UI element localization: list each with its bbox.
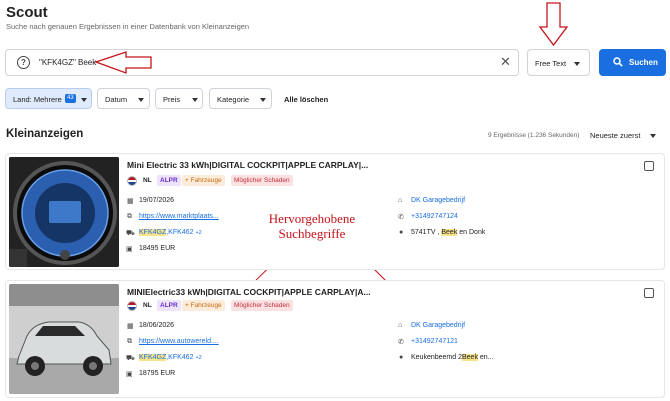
filter-preis[interactable]: Preis	[155, 88, 203, 109]
listing-url[interactable]: https://www.autowereld....	[139, 338, 219, 345]
chevron-down-icon	[192, 98, 198, 102]
dealer-address: 5741TV , Beek en Donk	[411, 229, 485, 236]
listing-plates: KFK4GZ,KFK462 +2	[139, 354, 202, 361]
filter-kategorie-label: Kategorie	[217, 95, 250, 104]
country-code: NL	[143, 177, 152, 184]
tag-vehicles: + Fahrzeuge	[182, 300, 225, 311]
phone-icon: ✆	[398, 339, 404, 346]
arrow-down-icon	[538, 2, 569, 47]
arrow-left-icon	[94, 51, 152, 74]
tag-vehicles: + Fahrzeuge	[182, 175, 225, 186]
address-part: en Donk	[457, 229, 486, 236]
calendar-icon: ▦	[127, 198, 134, 205]
dealer-phone[interactable]: +31492747124	[411, 213, 458, 220]
dealer-phone[interactable]: +31492747121	[411, 338, 458, 345]
chevron-down-icon	[260, 98, 266, 102]
filter-datum[interactable]: Datum	[97, 88, 150, 109]
country-code: NL	[143, 302, 152, 309]
filter-land-count: 43	[65, 94, 76, 103]
store-icon: ⌂	[398, 322, 403, 329]
link-icon: ⧉	[127, 338, 132, 345]
plate-highlight: KFK4GZ	[139, 354, 167, 361]
sort-select[interactable]: Neueste zuerst	[590, 131, 656, 140]
section-title: Kleinanzeigen	[6, 128, 84, 140]
dealer-address: Keukenbeemd 2Beek en...	[411, 354, 494, 361]
listing-title[interactable]: MINIElectric33 kWh|DIGITAL COCKPIT|APPLE…	[127, 287, 371, 297]
plate-rest: ,KFK462	[166, 229, 194, 236]
car-icon: ⛟	[126, 355, 135, 362]
filter-land[interactable]: Land: Mehrere 43	[5, 88, 92, 109]
listing-plates: KFK4GZ,KFK462 +2	[139, 229, 202, 236]
address-highlight: Beek	[461, 354, 478, 361]
filter-land-label: Land: Mehrere	[13, 95, 62, 104]
store-icon: ⌂	[398, 197, 403, 204]
address-highlight: Beek	[441, 229, 458, 236]
clear-all-button[interactable]: Alle löschen	[284, 95, 328, 104]
plate-more[interactable]: +2	[195, 355, 201, 361]
annotation-line: Hervorgehobene	[262, 211, 362, 226]
address-part: en...	[477, 354, 494, 361]
link-icon: ⧉	[127, 213, 132, 220]
listing-image[interactable]	[9, 284, 119, 394]
plate-rest: ,KFK462	[166, 354, 194, 361]
money-icon: ▣	[126, 246, 133, 253]
dealer-name[interactable]: DK Garagebedrijf	[411, 197, 465, 204]
location-icon: ●	[399, 354, 404, 361]
filter-kategorie[interactable]: Kategorie	[209, 88, 272, 109]
select-checkbox[interactable]	[644, 288, 654, 298]
listing-tags: NL ALPR + Fahrzeuge Möglicher Schaden	[127, 300, 347, 311]
tag-alpr: ALPR	[157, 175, 181, 186]
tag-damage: Möglicher Schaden	[231, 300, 293, 311]
chevron-down-icon	[138, 98, 144, 102]
money-icon: ▣	[126, 371, 133, 378]
nl-flag-icon	[127, 176, 137, 186]
chevron-down-icon	[650, 134, 656, 138]
listing-price: 18495 EUR	[139, 245, 176, 252]
car-photo-image	[9, 284, 119, 394]
listing-title[interactable]: Mini Electric 33 kWh|DIGITAL COCKPIT|APP…	[127, 160, 368, 170]
results-count: 9 Ergebnisse (1.236 Sekunden)	[488, 132, 580, 139]
filter-preis-label: Preis	[163, 95, 181, 104]
chevron-down-icon	[81, 98, 87, 102]
car-icon: ⛟	[126, 230, 135, 237]
listing-image[interactable]	[9, 157, 119, 267]
dealer-name[interactable]: DK Garagebedrijf	[411, 322, 465, 329]
sort-label: Neueste zuerst	[590, 131, 641, 140]
listing-date: 18/06/2026	[139, 322, 175, 329]
listing-price: 18795 EUR	[139, 370, 176, 377]
plate-highlight: KFK4GZ	[139, 229, 167, 236]
calendar-icon: ▦	[127, 323, 134, 330]
nl-flag-icon	[127, 301, 137, 311]
listing-tags: NL ALPR + Fahrzeuge Möglicher Schaden	[127, 175, 347, 186]
address-part: Keukenbeemd 2	[411, 354, 462, 361]
car-dashboard-image	[9, 157, 119, 267]
location-icon: ●	[399, 229, 404, 236]
listing-date: 19/07/2026	[139, 197, 175, 204]
annotation-label: Hervorgehobene Suchbegriffe	[262, 211, 362, 241]
plate-more[interactable]: +2	[195, 230, 201, 236]
listing-url[interactable]: https://www.marktplaats...	[139, 213, 219, 220]
tag-alpr: ALPR	[157, 300, 181, 311]
phone-icon: ✆	[398, 214, 404, 221]
annotation-line: Suchbegriffe	[262, 226, 362, 241]
select-checkbox[interactable]	[644, 161, 654, 171]
listing-card[interactable]: MINIElectric33 kWh|DIGITAL COCKPIT|APPLE…	[5, 280, 665, 398]
tag-damage: Möglicher Schaden	[231, 175, 293, 186]
address-part: 5741TV ,	[411, 229, 442, 236]
filter-datum-label: Datum	[105, 95, 128, 104]
